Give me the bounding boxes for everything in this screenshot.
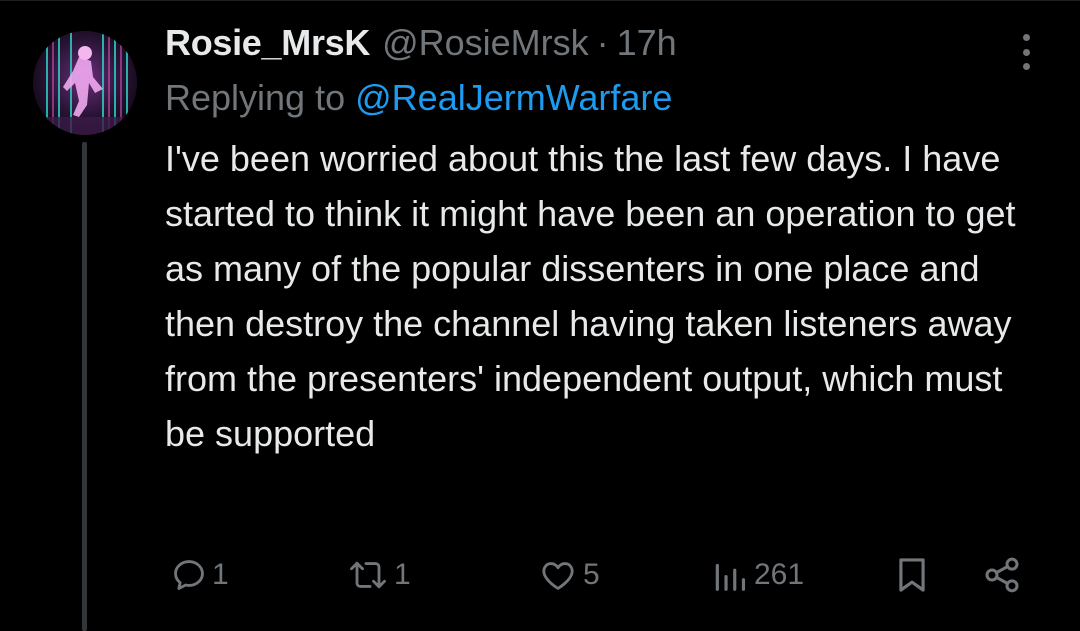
replying-to: Replying to @RealJermWarfare <box>165 77 1045 129</box>
repost-button[interactable]: 1 <box>346 553 411 597</box>
like-count: 5 <box>583 558 600 591</box>
reply-icon <box>174 560 204 590</box>
display-name[interactable]: Rosie_MrsK <box>165 22 370 64</box>
like-button[interactable]: 5 <box>537 553 600 597</box>
user-handle[interactable]: @RosieMrsk <box>382 22 589 64</box>
replying-to-mention[interactable]: @RealJermWarfare <box>355 77 672 118</box>
more-dots-icon <box>1022 34 1030 41</box>
view-count: 261 <box>754 558 805 591</box>
views-chart-icon <box>715 563 746 591</box>
tweet-text: I've been worried about this the last fe… <box>165 138 1016 454</box>
separator-dot: · <box>596 22 609 63</box>
avatar[interactable] <box>33 31 137 135</box>
avatar-image <box>33 31 137 135</box>
tweet[interactable]: Rosie_MrsK @RosieMrsk · 17h Replying to … <box>165 22 1045 461</box>
bookmark-button[interactable] <box>893 553 931 597</box>
repost-icon <box>350 561 386 589</box>
views-button[interactable]: 261 <box>710 553 804 597</box>
replying-label: Replying to <box>165 77 346 118</box>
top-divider <box>0 0 1080 1</box>
heart-icon <box>542 562 574 590</box>
timestamp[interactable]: 17h <box>617 22 677 64</box>
bookmark-icon <box>899 558 925 592</box>
reply-button[interactable]: 1 <box>170 553 229 597</box>
share-icon <box>985 557 1019 593</box>
repost-count: 1 <box>394 558 411 591</box>
reply-count: 1 <box>212 558 229 591</box>
tweet-header: Rosie_MrsK @RosieMrsk · 17h <box>165 22 1045 74</box>
thread-line <box>82 142 87 631</box>
share-button[interactable] <box>981 553 1023 597</box>
more-options-button[interactable] <box>1014 34 1038 70</box>
